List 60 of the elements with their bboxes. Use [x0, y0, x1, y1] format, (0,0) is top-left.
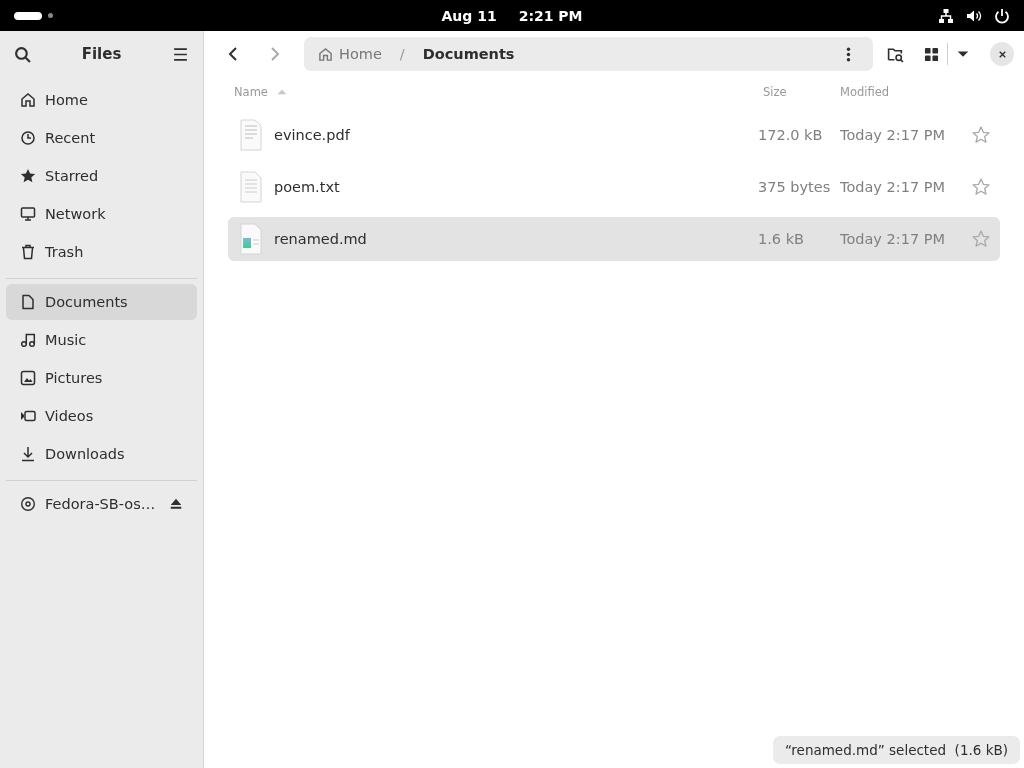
- file-modified: Today 2:17 PM: [840, 231, 946, 247]
- eject-button[interactable]: [169, 497, 183, 511]
- file-icon: [238, 171, 264, 203]
- music-icon: [20, 332, 36, 348]
- app-title: Files: [81, 45, 122, 63]
- star-icon: [20, 168, 36, 184]
- picture-icon: [20, 370, 36, 386]
- file-modified: Today 2:17 PM: [840, 179, 946, 195]
- network-icon: [20, 206, 36, 222]
- sidebar-item[interactable]: Home: [6, 82, 197, 118]
- video-icon: [20, 408, 36, 424]
- clock-icon: [20, 130, 36, 146]
- close-button[interactable]: [990, 42, 1014, 66]
- sidebar-item[interactable]: Videos: [6, 398, 197, 434]
- eject-icon: [169, 497, 183, 511]
- sidebar-item[interactable]: Starred: [6, 158, 197, 194]
- menu-button[interactable]: [172, 45, 189, 63]
- sidebar-item[interactable]: Network: [6, 196, 197, 232]
- network-icon: [938, 7, 954, 24]
- home-icon: [318, 46, 333, 62]
- folder-search-icon: [887, 45, 904, 63]
- file-size: 1.6 kB: [758, 231, 805, 247]
- file-size: 375 bytes: [758, 179, 832, 195]
- file-modified: Today 2:17 PM: [840, 127, 946, 143]
- file-size: 172.0 kB: [758, 127, 824, 143]
- sidebar-item[interactable]: Fedora-SB-os…: [6, 486, 197, 522]
- file-name: renamed.md: [274, 231, 368, 247]
- file-row[interactable]: poem.txt 375 bytes Today 2:17 PM: [228, 165, 1000, 209]
- time-label[interactable]: 2:21 PM: [518, 7, 583, 24]
- star-button[interactable]: [972, 230, 990, 248]
- sidebar-item[interactable]: Music: [6, 322, 197, 358]
- file-row[interactable]: evince.pdf 172.0 kB Today 2:17 PM: [228, 113, 1000, 157]
- sidebar-item[interactable]: Downloads: [6, 436, 197, 472]
- file-name: evince.pdf: [274, 127, 351, 143]
- home-icon: [20, 92, 36, 108]
- disc-icon: [20, 496, 36, 512]
- sidebar-item[interactable]: Pictures: [6, 360, 197, 396]
- menu-icon: [172, 45, 189, 63]
- status-toast: “renamed.md” selected (1.6 kB): [773, 736, 1020, 764]
- star-button[interactable]: [972, 126, 990, 144]
- file-row[interactable]: renamed.md 1.6 kB Today 2:17 PM: [228, 217, 1000, 261]
- path-separator: /: [399, 46, 405, 62]
- sidebar-item[interactable]: Documents: [6, 284, 197, 320]
- star-button[interactable]: [972, 178, 990, 196]
- path-crumb[interactable]: Documents: [422, 46, 515, 62]
- date-label[interactable]: Aug 11: [441, 7, 497, 24]
- file-icon: [238, 223, 264, 255]
- search-icon: [14, 45, 31, 63]
- trash-icon: [20, 244, 36, 260]
- file-name: poem.txt: [274, 179, 341, 195]
- power-icon: [994, 7, 1010, 24]
- download-icon: [20, 446, 36, 462]
- grid-icon: [924, 46, 939, 62]
- search-button[interactable]: [14, 45, 31, 63]
- document-icon: [20, 294, 36, 310]
- sidebar-item[interactable]: Recent: [6, 120, 197, 156]
- workspace-indicator[interactable]: [14, 11, 42, 20]
- sidebar-item[interactable]: Trash: [6, 234, 197, 270]
- path-crumb[interactable]: Home: [318, 46, 382, 62]
- file-icon: [238, 119, 264, 151]
